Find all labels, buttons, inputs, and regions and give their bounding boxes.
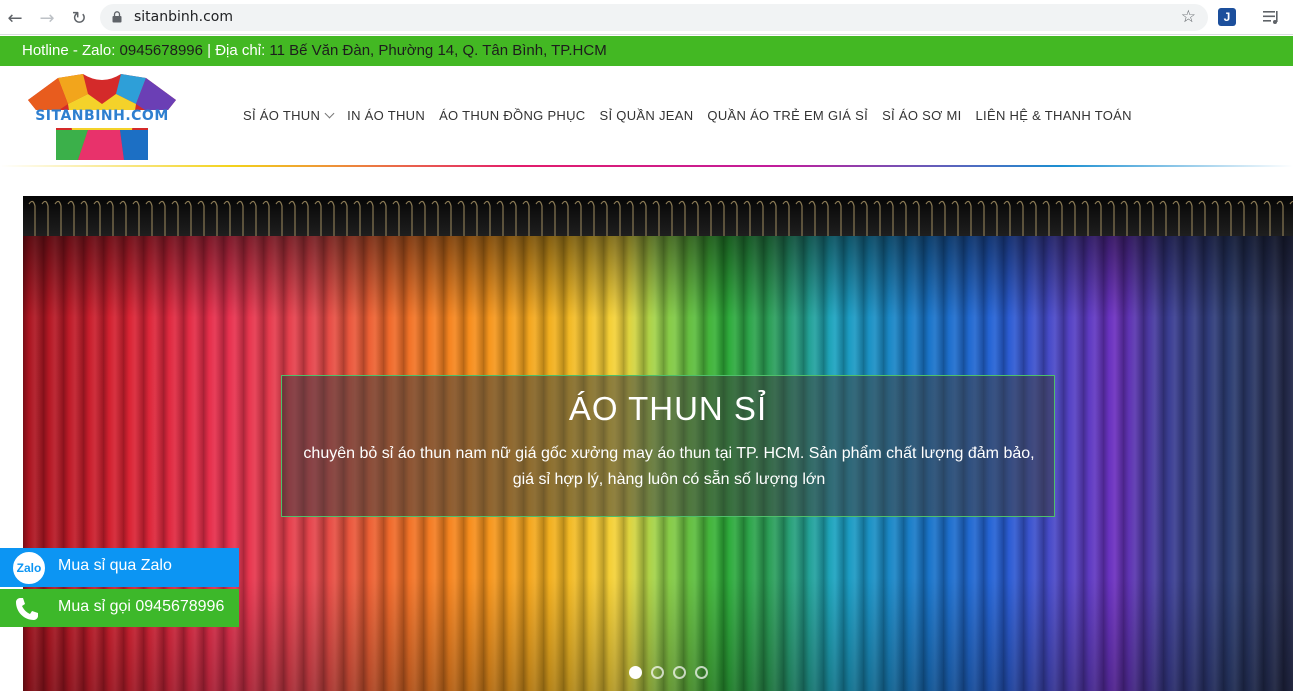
hotline-label: Hotline - Zalo: <box>22 42 120 59</box>
nav-label: SỈ ÁO THUN <box>243 108 321 123</box>
hotline-number[interactable]: 0945678996 <box>120 42 203 59</box>
chevron-down-icon <box>324 108 335 119</box>
site-logo[interactable]: SITANBINH.COM <box>28 74 176 162</box>
zalo-button-label: Mua sỉ qua Zalo <box>58 557 172 574</box>
hero-description: chuyên bỏ sỉ áo thun nam nữ giá gốc xưởn… <box>303 445 1035 488</box>
bookmark-star-icon[interactable]: ☆ <box>1181 7 1196 27</box>
slider-dot[interactable] <box>673 666 686 679</box>
arrow-right-icon[interactable]: → <box>36 7 58 29</box>
nav-item-si-quan-jean[interactable]: SỈ QUẦN JEAN <box>600 108 694 123</box>
slider-dot[interactable] <box>695 666 708 679</box>
topbar-separator: | <box>202 42 216 59</box>
address-value: 11 Bế Văn Đàn, Phường 14, Q. Tân Bình, T… <box>269 42 607 59</box>
topbar-text: Hotline - Zalo: 0945678996 | Địa chỉ: 11… <box>22 42 607 59</box>
nav-item-quan-ao-tre-em[interactable]: QUẦN ÁO TRẺ EM GIÁ SỈ <box>707 108 868 123</box>
phone-button-label: Mua sỉ gọi 0945678996 <box>58 598 225 615</box>
slider-dot[interactable] <box>651 666 664 679</box>
url-text[interactable]: sitanbinh.com <box>134 9 233 25</box>
main-nav: SỈ ÁO THUN IN ÁO THUN ÁO THUN ĐỒNG PHỤC … <box>243 108 1146 123</box>
header-divider <box>0 165 1293 167</box>
logo-text: SITANBINH.COM <box>35 108 169 124</box>
nav-item-lien-he[interactable]: LIÊN HỆ & THANH TOÁN <box>976 108 1132 123</box>
browser-toolbar: ← → ↻ sitanbinh.com ☆ J <box>0 0 1293 35</box>
hero-caption: ÁO THUN SỈ chuyên bỏ sỉ áo thun nam nữ g… <box>281 375 1055 517</box>
nav-item-in-ao-thun[interactable]: IN ÁO THUN <box>347 108 425 123</box>
reload-icon[interactable]: ↻ <box>68 7 90 29</box>
nav-item-si-ao-thun[interactable]: SỈ ÁO THUN <box>243 108 335 123</box>
lock-icon <box>112 11 122 23</box>
slider-dots <box>629 666 708 679</box>
site-header: SITANBINH.COM SỈ ÁO THUN IN ÁO THUN ÁO T… <box>0 66 1293 167</box>
zalo-icon: Zalo <box>11 550 47 586</box>
address-label: Địa chỉ: <box>215 42 270 59</box>
nav-item-ao-thun-dong-phuc[interactable]: ÁO THUN ĐỒNG PHỤC <box>439 108 585 123</box>
media-queue-icon[interactable] <box>1262 8 1280 26</box>
contact-topbar: Hotline - Zalo: 0945678996 | Địa chỉ: 11… <box>0 36 1293 66</box>
extension-icon[interactable]: J <box>1218 8 1236 26</box>
phone-contact-button[interactable]: Mua sỉ gọi 0945678996 <box>0 589 239 627</box>
phone-icon <box>16 598 38 620</box>
arrow-left-icon[interactable]: ← <box>4 7 26 29</box>
zalo-contact-button[interactable]: Zalo Mua sỉ qua Zalo <box>0 548 239 587</box>
address-bar[interactable]: sitanbinh.com ☆ <box>100 4 1208 31</box>
nav-item-si-ao-so-mi[interactable]: SỈ ÁO SƠ MI <box>882 108 961 123</box>
slider-dot[interactable] <box>629 666 642 679</box>
hero-title: ÁO THUN SỈ <box>568 390 768 427</box>
